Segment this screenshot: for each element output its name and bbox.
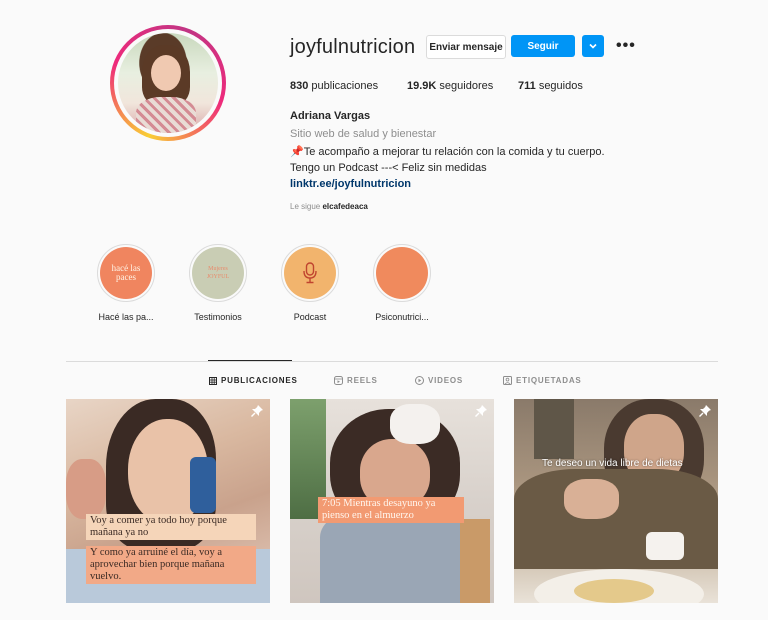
following-count[interactable]: 711 seguidos: [518, 80, 583, 92]
post-caption: Voy a comer ya todo hoy porque mañana ya…: [86, 514, 256, 540]
profile-category: Sitio web de salud y bienestar: [290, 128, 437, 140]
mug: [390, 404, 440, 444]
post-caption: Y como ya arruiné el día, voy a aprovech…: [86, 546, 256, 584]
highlight-cover-text: Mujeres JOYFUL: [206, 266, 230, 280]
suggested-accounts-button[interactable]: [582, 35, 604, 57]
active-tab-indicator: [208, 360, 292, 361]
bottle: [190, 457, 216, 513]
followed-by[interactable]: Le sigue elcafedeaca: [290, 202, 368, 211]
tagged-icon: [503, 376, 512, 385]
pinned-post-icon: [251, 405, 263, 417]
highlight-testimonios[interactable]: Mujeres JOYFUL Testimonios: [183, 244, 253, 322]
tab-reels[interactable]: REELS: [334, 376, 378, 385]
highlight-psiconutricion[interactable]: Psiconutrici...: [367, 244, 437, 322]
followers-count[interactable]: 19.9K seguidores: [407, 80, 493, 92]
chevron-down-icon: [589, 43, 597, 49]
pinned-post-icon: [475, 405, 487, 417]
grid-icon: [209, 376, 217, 385]
tab-etiquetadas[interactable]: ETIQUETADAS: [503, 376, 582, 385]
highlight-podcast[interactable]: Podcast: [275, 244, 345, 322]
send-message-button[interactable]: Enviar mensaje: [426, 35, 506, 59]
highlight-label: Hacé las pa...: [98, 312, 154, 322]
post-thumbnail[interactable]: Voy a comer ya todo hoy porque mañana ya…: [66, 399, 270, 603]
highlight-label: Podcast: [293, 312, 327, 322]
post-caption: Te deseo un vida libre de dietas: [542, 458, 683, 469]
microphone-icon: [303, 262, 317, 284]
reels-icon: [334, 376, 343, 385]
bio-line: Tengo un Podcast ---< Feliz sin medidas: [290, 162, 487, 174]
pinned-post-icon: [699, 405, 711, 417]
tab-videos[interactable]: VIDEOS: [415, 376, 463, 385]
avatar-photo: [118, 33, 218, 133]
profile-avatar[interactable]: [110, 25, 226, 141]
highlight-label: Testimonios: [194, 312, 242, 322]
profile-username: joyfulnutricion: [290, 36, 416, 58]
highlight-label: Psiconutrici...: [375, 312, 429, 322]
highlight-cover-text: hacé las paces: [111, 263, 141, 282]
highlight-hace-las-paces[interactable]: hacé las paces Hacé las pa...: [91, 244, 161, 322]
profile-full-name: Adriana Vargas: [290, 110, 371, 122]
tab-publicaciones[interactable]: PUBLICACIONES: [209, 376, 298, 385]
follow-button[interactable]: Seguir: [511, 35, 575, 57]
bio-line: 📌Te acompaño a mejorar tu relación con l…: [290, 146, 605, 158]
post-thumbnail[interactable]: 7:05 Mientras desayuno ya pienso en el a…: [290, 399, 494, 603]
bio-link[interactable]: linktr.ee/joyfulnutricion: [290, 178, 411, 190]
post-thumbnail[interactable]: Te deseo un vida libre de dietas: [514, 399, 718, 603]
video-icon: [415, 376, 424, 385]
posts-count: 830 publicaciones: [290, 80, 379, 92]
post-caption: 7:05 Mientras desayuno ya pienso en el a…: [318, 497, 464, 523]
more-options-icon[interactable]: •••: [616, 38, 636, 54]
tabs-divider: [66, 361, 718, 362]
